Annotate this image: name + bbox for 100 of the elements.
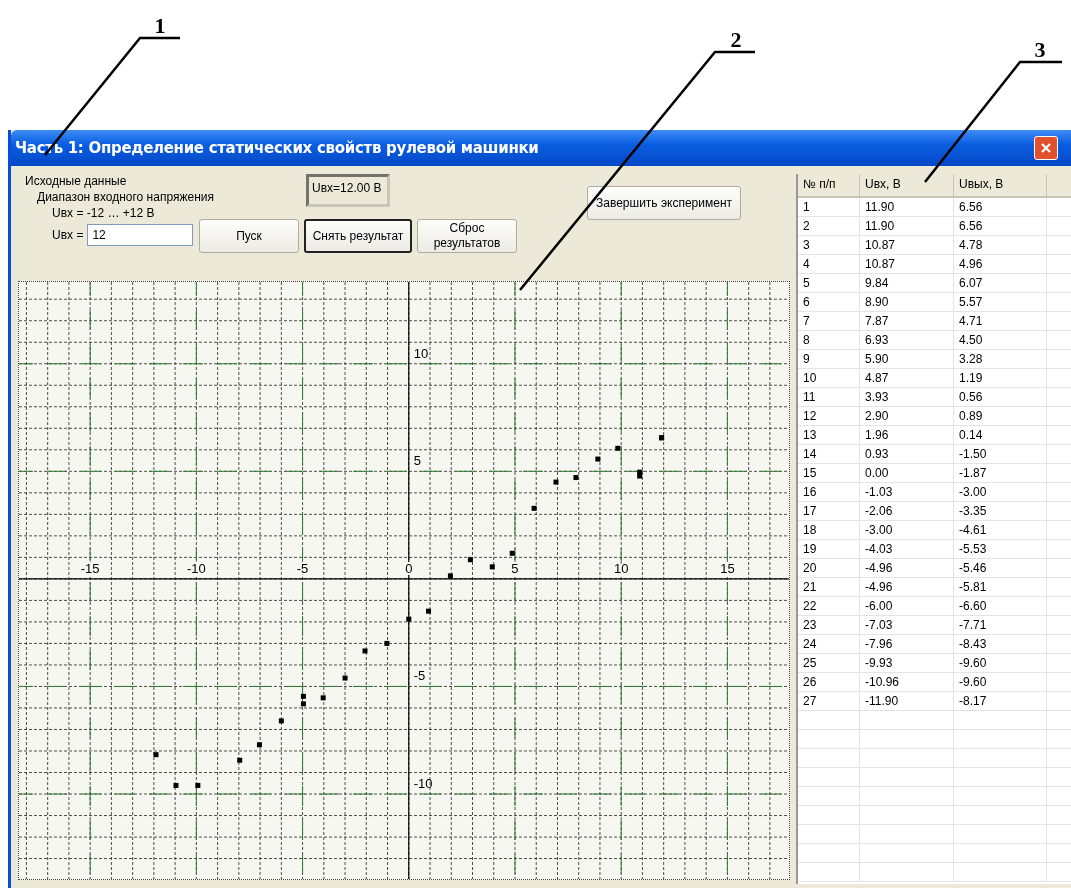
table-cell: 12 [798,407,860,425]
section-heading: Исходные данные [25,174,128,188]
data-point [300,693,306,699]
data-point [384,640,390,646]
y-tick-label: -10 [413,776,433,791]
table-cell: 10.87 [860,236,954,254]
data-point [256,742,262,748]
table-cell: -3.00 [860,521,954,539]
table-cell: 18 [798,521,860,539]
data-point [595,456,601,462]
table-cell: 3.28 [954,350,1047,368]
input-field[interactable]: 12 [87,224,194,246]
table-cell: 6.56 [954,198,1047,216]
range-label: Диапазон входного напряжения [36,190,215,204]
table-cell: -6.60 [954,597,1047,615]
data-point [573,475,579,481]
table-cell: 4 [798,255,860,273]
x-tick-label: 15 [720,560,735,576]
finish-button[interactable]: Завершить эксперимент [587,186,742,220]
table-cell: 23 [798,616,860,634]
table-cell: 0.00 [860,464,954,482]
table-cell: 4.87 [860,369,954,387]
table-cell: -7.96 [860,635,954,653]
table-cell: 6.07 [954,274,1047,292]
table-cell: 16 [798,483,860,501]
table-cell: 9 [798,350,860,368]
x-tick-label: 10 [613,560,629,576]
table-cell: -9.60 [954,673,1047,691]
data-point [426,608,432,614]
table-cell: 1.96 [860,426,954,444]
table-cell: 14 [798,445,860,463]
table-cell: 19 [798,540,860,558]
table-cell: 11 [798,388,860,406]
range-value: Uвх = -12 … +12 В [51,206,156,220]
x-tick-label: -10 [186,560,206,576]
table-cell: 3.93 [860,388,954,406]
data-point [615,445,621,451]
action-button[interactable]: Снять результат [304,219,412,253]
table-cell: 7.87 [860,312,954,330]
data-point [489,564,495,570]
table-cell: 11.90 [860,198,954,216]
table-cell: 5.57 [954,293,1047,311]
y-tick-label: -5 [413,668,426,684]
table-cell: 0.14 [954,426,1047,444]
table-cell: -9.93 [860,654,954,672]
action-button[interactable]: Пуск [199,219,299,253]
table-cell: -7.03 [860,616,954,634]
table-cell: 27 [798,692,860,710]
table-cell: -2.06 [860,502,954,520]
table-cell: -7.71 [954,616,1047,634]
table-cell: 8.90 [860,293,954,311]
table-cell: 22 [798,597,860,615]
data-point [406,616,412,622]
data-point [195,782,201,788]
table-cell: -8.17 [954,692,1047,710]
table-cell: -5.81 [954,578,1047,596]
table-cell: 17 [798,502,860,520]
table-cell: 4.71 [954,312,1047,330]
action-button[interactable]: Сброс результатов [417,219,517,253]
close-icon [1040,142,1052,154]
table-cell: 21 [798,578,860,596]
table-cell: 24 [798,635,860,653]
table-cell: 0.89 [954,407,1047,425]
data-point [447,573,453,579]
column-header[interactable]: Uвых, В [954,174,1047,196]
close-button[interactable] [1034,136,1058,160]
field-label: Uвх = [52,228,84,242]
table-cell: 25 [798,654,860,672]
table-cell: -10.96 [860,673,954,691]
table-cell: 20 [798,559,860,577]
table-cell: 9.84 [860,274,954,292]
table-cell: 15 [798,464,860,482]
column-header[interactable]: № п/п [798,174,860,196]
data-point [531,505,537,511]
table-cell: 13 [798,426,860,444]
table-cell: -5.53 [954,540,1047,558]
table-cell: -1.50 [954,445,1047,463]
table-cell: -9.60 [954,654,1047,672]
table-cell: 8 [798,331,860,349]
table-cell: 3 [798,236,860,254]
table-cell: 1 [798,198,860,216]
x-tick-label: -15 [80,560,100,576]
table-cell: -6.00 [860,597,954,615]
x-tick-label: -5 [296,560,309,576]
table-cell: 0.56 [954,388,1047,406]
callout-number: 3 [1034,37,1046,62]
table-cell: -1.03 [860,483,954,501]
data-point [278,718,284,724]
data-point [300,701,306,707]
data-point [173,782,179,788]
table-cell: 5 [798,274,860,292]
column-header[interactable]: Uвх, В [860,174,954,196]
data-point [342,675,348,681]
callout-number: 1 [154,13,166,38]
table-cell: 2 [798,217,860,235]
table-cell: -4.61 [954,521,1047,539]
table-cell: 6 [798,293,860,311]
table-cell: 6.93 [860,331,954,349]
table-cell: -4.96 [860,559,954,577]
table-cell: 10 [798,369,860,387]
